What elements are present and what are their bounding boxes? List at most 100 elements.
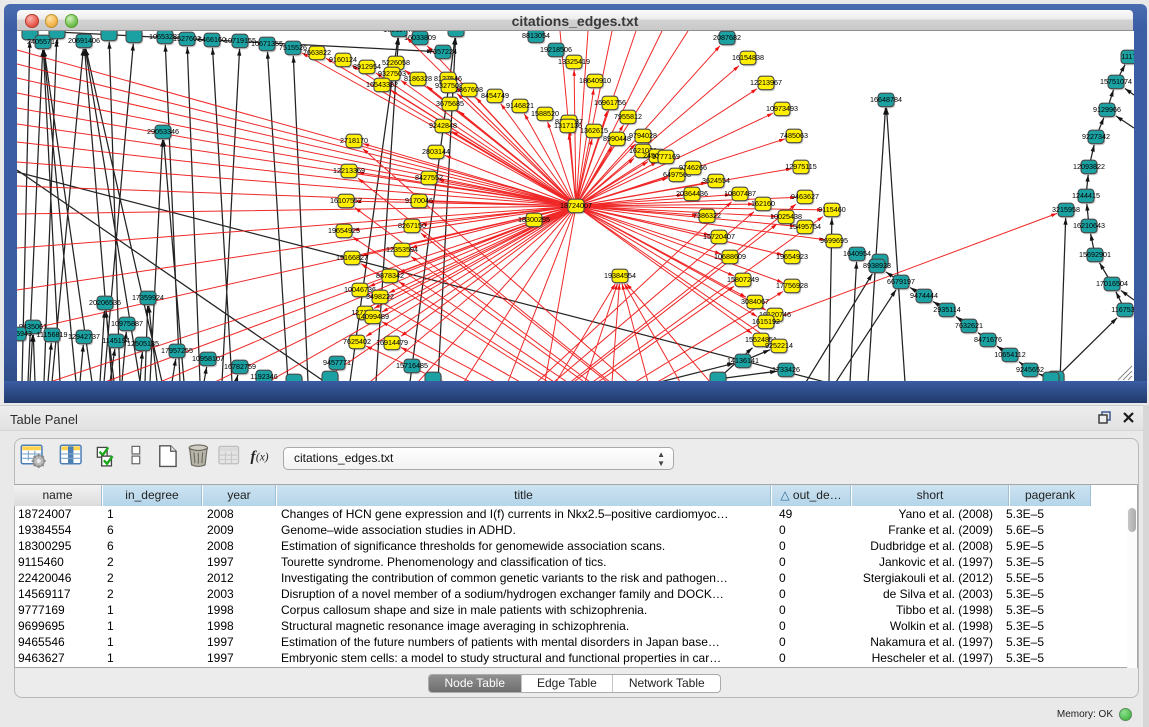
svg-text:7386322: 7386322	[693, 211, 721, 220]
svg-text:2803144: 2803144	[422, 147, 450, 156]
svg-text:9115460: 9115460	[818, 205, 845, 214]
svg-text:9146821: 9146821	[506, 101, 534, 110]
svg-text:162160: 162160	[751, 199, 775, 208]
svg-text:16210643: 16210643	[1073, 221, 1105, 230]
svg-text:9327503: 9327503	[378, 69, 406, 78]
svg-text:2867608: 2867608	[455, 85, 483, 94]
svg-text:9242848: 9242848	[429, 121, 457, 130]
svg-text:20364436: 20364436	[676, 189, 708, 198]
svg-text:1167533: 1167533	[1111, 305, 1134, 314]
svg-text:20206536: 20206536	[89, 298, 121, 307]
svg-text:17756928: 17756928	[776, 281, 808, 290]
svg-text:7485063: 7485063	[780, 131, 808, 140]
svg-text:6679197: 6679197	[887, 277, 915, 286]
svg-text:10973493: 10973493	[766, 104, 798, 113]
svg-text:3215958: 3215958	[1052, 205, 1080, 214]
svg-text:1145194: 1145194	[102, 336, 129, 345]
svg-text:10975887: 10975887	[111, 319, 143, 328]
svg-text:1244415: 1244415	[1072, 191, 1100, 200]
svg-text:9699695: 9699695	[820, 236, 848, 245]
svg-text:16961756: 16961756	[594, 98, 626, 107]
svg-text:1615192: 1615192	[752, 317, 780, 326]
svg-text:1192346: 1192346	[250, 372, 277, 381]
svg-text:1733426: 1733426	[772, 365, 800, 374]
svg-text:19384554: 19384554	[604, 271, 636, 280]
svg-text:9463627: 9463627	[791, 192, 819, 201]
svg-text:12213369: 12213369	[333, 166, 365, 175]
svg-text:10688609: 10688609	[714, 252, 746, 261]
svg-text:7632621: 7632621	[955, 321, 983, 330]
svg-text:20691406: 20691406	[68, 36, 100, 45]
svg-text:12505135: 12505135	[127, 339, 159, 348]
svg-text:18300295: 18300295	[518, 215, 550, 224]
svg-text:3675685: 3675685	[436, 99, 464, 108]
svg-text:5226058: 5226058	[382, 58, 410, 67]
svg-text:16914479: 16914479	[376, 338, 408, 347]
svg-text:1117: 1117	[1122, 52, 1134, 61]
svg-text:19166827: 19166827	[336, 253, 368, 262]
svg-text:6466160: 6466160	[198, 35, 226, 44]
svg-text:16154838: 16154838	[732, 53, 764, 62]
svg-text:29053346: 29053346	[147, 127, 179, 136]
svg-text:19654925: 19654925	[328, 226, 360, 235]
svg-text:19218506: 19218506	[540, 45, 572, 54]
svg-text:10807487: 10807487	[724, 189, 756, 198]
svg-text:16782759: 16782759	[224, 362, 256, 371]
svg-text:8990448: 8990448	[603, 134, 631, 143]
svg-text:14136141: 14136141	[727, 356, 759, 365]
svg-text:17957255: 17957255	[161, 346, 193, 355]
svg-text:14099489: 14099489	[357, 312, 389, 321]
svg-text:10025438: 10025438	[770, 212, 802, 221]
svg-text:12353594: 12353594	[386, 245, 418, 254]
svg-text:8912954: 8912954	[353, 62, 381, 71]
svg-text:1527602: 1527602	[173, 34, 201, 43]
svg-text:13325419: 13325419	[558, 57, 590, 66]
svg-text:2718170: 2718170	[340, 136, 368, 145]
svg-text:16033809: 16033809	[404, 33, 436, 42]
svg-text:15716485: 15716485	[396, 361, 428, 370]
svg-text:9252214: 9252214	[765, 341, 793, 350]
svg-text:7357224: 7357224	[429, 47, 457, 56]
svg-text:15495754: 15495754	[789, 222, 821, 231]
svg-text:8938923: 8938923	[863, 261, 891, 270]
svg-text:12093822: 12093822	[1073, 162, 1105, 171]
svg-text:12942737: 12942737	[68, 332, 100, 341]
svg-text:9746266: 9746266	[679, 163, 707, 172]
svg-text:9227342: 9227342	[1082, 132, 1110, 141]
svg-text:8471676: 8471676	[974, 335, 1002, 344]
svg-text:7955812: 7955812	[614, 112, 642, 121]
svg-text:9129966: 9129966	[1093, 105, 1121, 114]
svg-text:18640910: 18640910	[579, 76, 611, 85]
svg-text:19654923: 19654923	[776, 252, 808, 261]
svg-text:17016504: 17016504	[1096, 279, 1128, 288]
svg-text:8267150: 8267150	[398, 221, 426, 230]
svg-text:3624554: 3624554	[702, 176, 730, 185]
svg-text:9170046: 9170046	[405, 196, 433, 205]
svg-text:9777169: 9777169	[652, 152, 680, 161]
svg-text:7625402: 7625402	[343, 337, 371, 346]
svg-text:9457771: 9457771	[323, 358, 351, 367]
svg-text:9245652: 9245652	[1016, 365, 1044, 374]
svg-text:10958107: 10958107	[192, 354, 224, 363]
svg-text:12213967: 12213967	[750, 78, 782, 87]
svg-text:2087682: 2087682	[713, 33, 741, 42]
svg-text:2915943: 2915943	[17, 329, 32, 338]
svg-text:8454749: 8454749	[481, 91, 509, 100]
svg-text:3084067: 3084067	[741, 297, 769, 306]
svg-text:8427552: 8427552	[415, 173, 443, 182]
svg-text:8878342: 8878342	[376, 271, 404, 280]
svg-text:18724007: 18724007	[560, 201, 592, 210]
svg-text:8186328: 8186328	[404, 74, 432, 83]
svg-text:17359924: 17359924	[132, 293, 164, 302]
svg-text:15807249: 15807249	[727, 275, 759, 284]
svg-text:1640954: 1640954	[843, 249, 871, 258]
svg-text:16648784: 16648784	[870, 95, 902, 104]
svg-text:9794028: 9794028	[629, 131, 657, 140]
svg-text:(x): (x)	[256, 451, 269, 463]
svg-text:15751074: 15751074	[1100, 77, 1132, 86]
svg-text:16543382: 16543382	[366, 80, 398, 89]
svg-text:15692901: 15692901	[1079, 250, 1111, 259]
svg-text:7663822: 7663822	[303, 48, 331, 57]
svg-text:10654112: 10654112	[994, 350, 1025, 359]
svg-text:11156819: 11156819	[37, 330, 68, 339]
